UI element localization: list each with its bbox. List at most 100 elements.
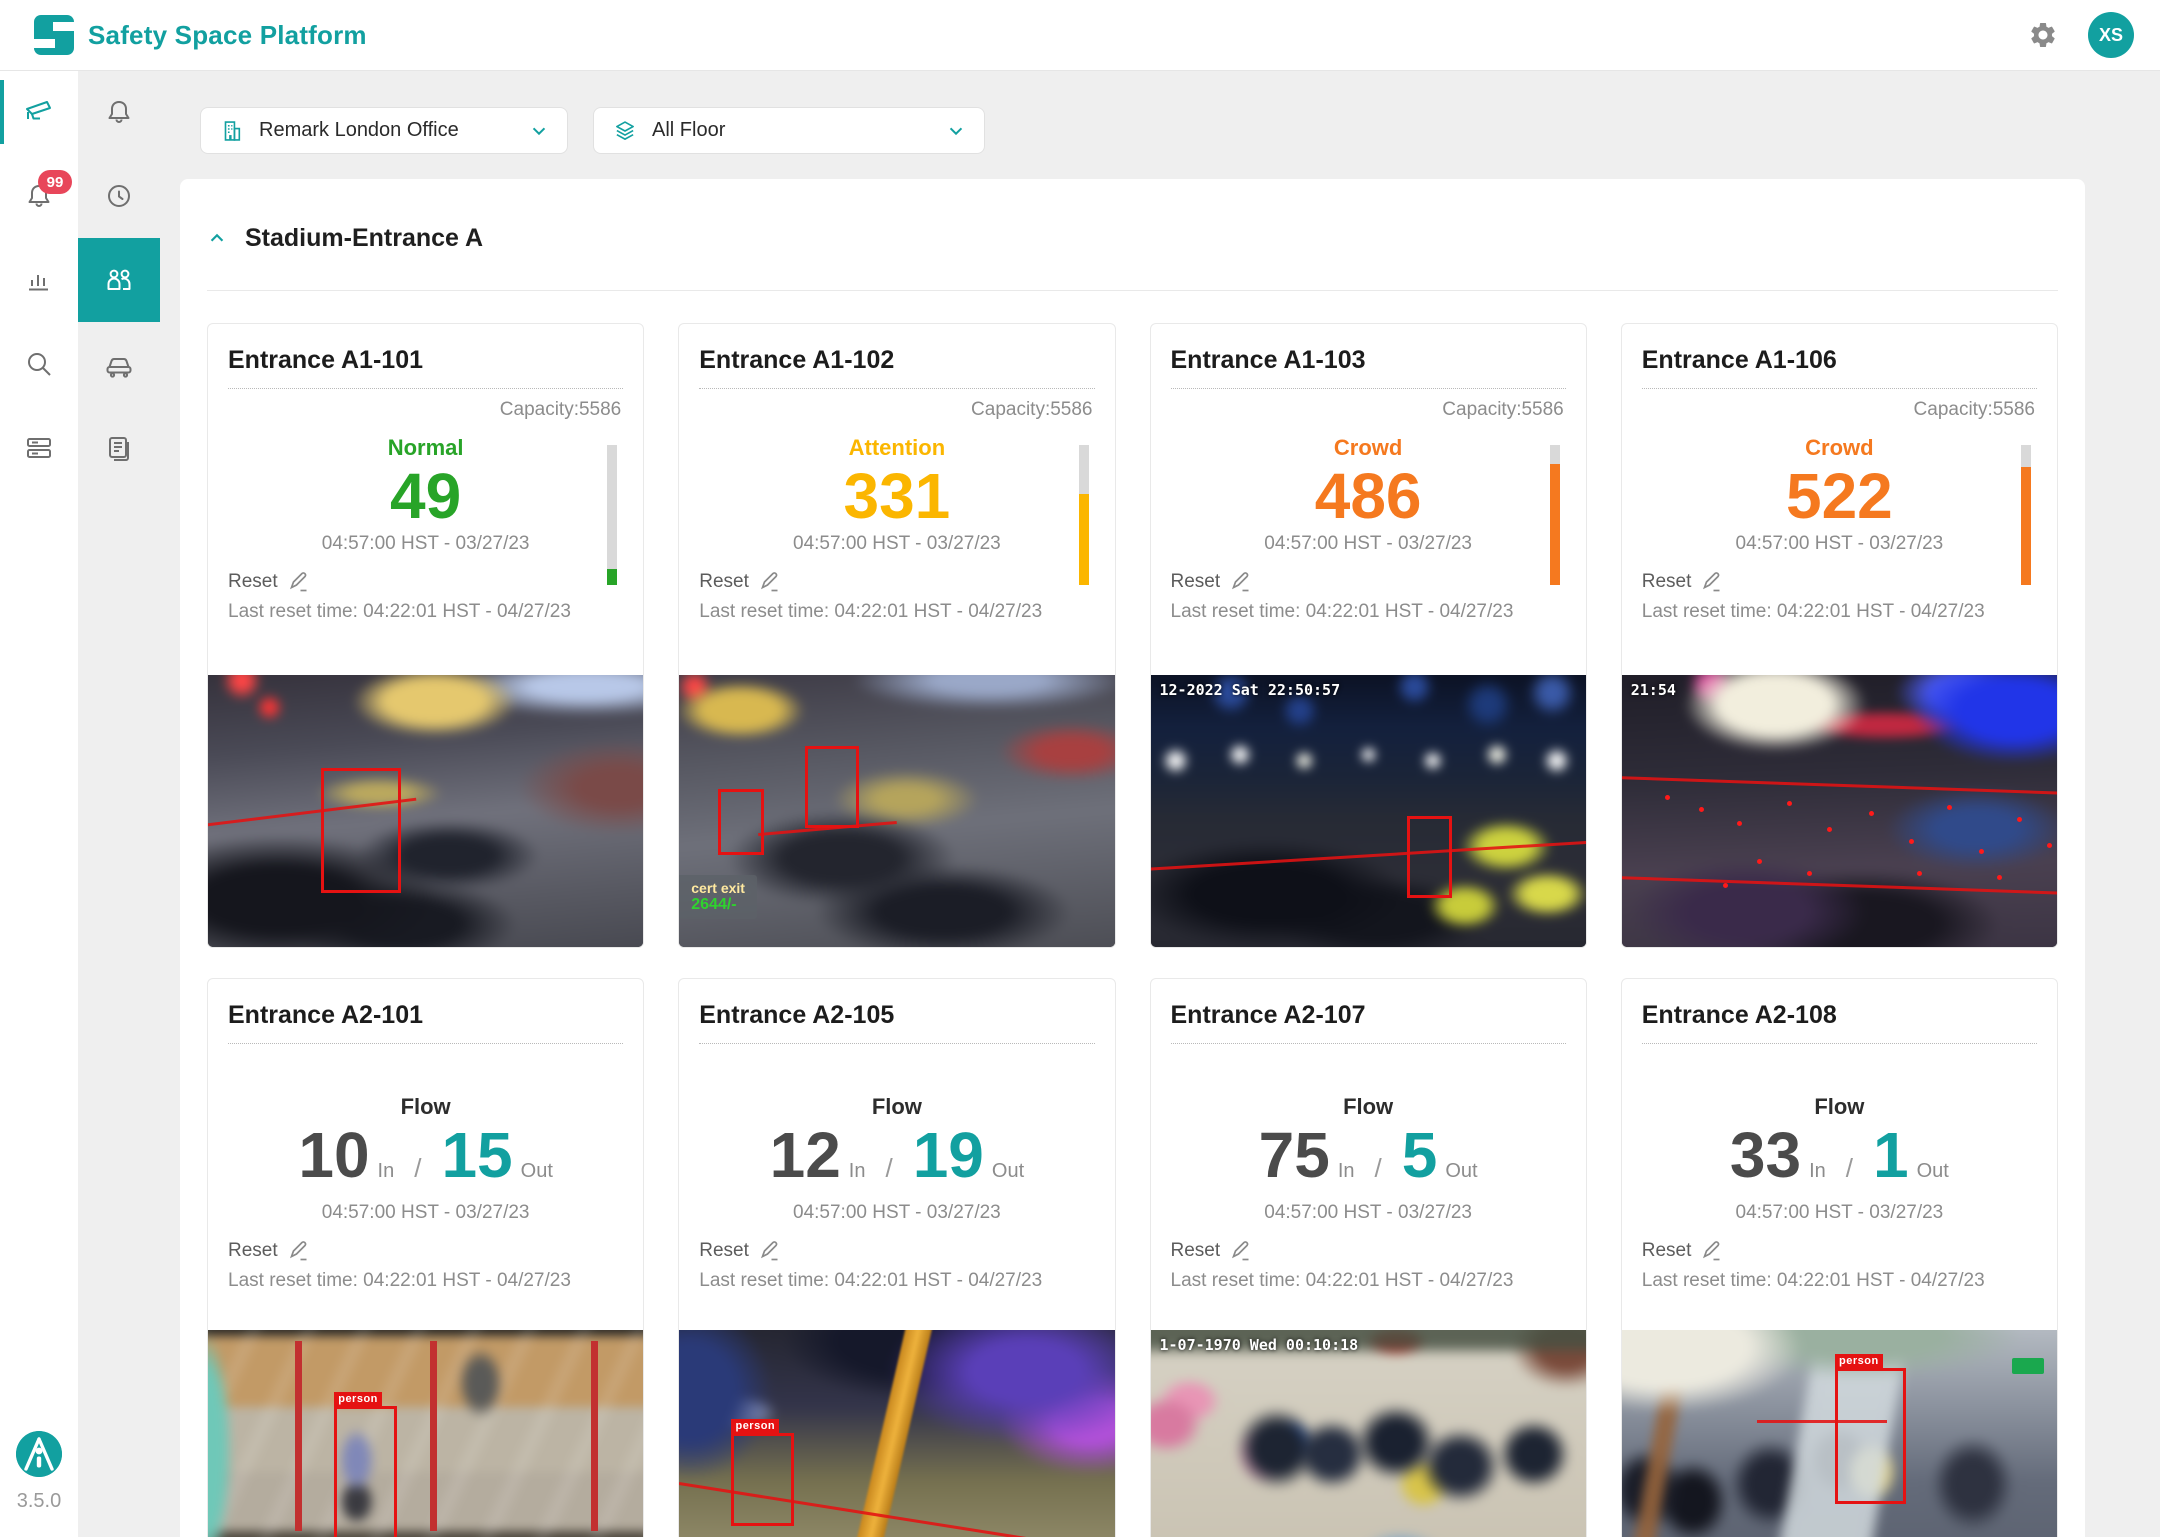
occupancy-bar-fill bbox=[1079, 494, 1089, 585]
reset-button[interactable]: Reset bbox=[1642, 571, 1692, 593]
edit-pencil-icon[interactable] bbox=[759, 571, 781, 593]
notification-badge: 99 bbox=[38, 170, 72, 194]
detection-line bbox=[1622, 876, 2057, 895]
flow-counts: 75 In / 5 Out bbox=[1151, 1122, 1586, 1188]
sidebar-item-search[interactable] bbox=[0, 322, 78, 406]
door-frame bbox=[295, 1341, 302, 1531]
reset-button[interactable]: Reset bbox=[1171, 1240, 1221, 1262]
sidebar-item-vehicles[interactable] bbox=[78, 322, 160, 406]
capacity-label: Capacity:5586 bbox=[208, 389, 643, 421]
reading-timestamp: 04:57:00 HST - 03/27/23 bbox=[1622, 533, 2057, 555]
entrance-card-a1-106: Entrance A1-106 Capacity:5586 Crowd 522 … bbox=[1621, 323, 2058, 948]
reset-button[interactable]: Reset bbox=[228, 1240, 278, 1262]
reset-button[interactable]: Reset bbox=[1642, 1240, 1692, 1262]
last-reset-time: Last reset time: 04:22:01 HST - 04/27/23 bbox=[1151, 601, 1586, 623]
camera-feed: 12-2022 Sat 22:50:57 bbox=[1151, 675, 1586, 946]
detection-bounding-box bbox=[1407, 816, 1452, 898]
edit-pencil-icon[interactable] bbox=[759, 1240, 781, 1262]
card-title: Entrance A1-101 bbox=[228, 324, 623, 389]
status-label: Crowd bbox=[1622, 435, 2057, 461]
camera-feed: cert exit 2644/- bbox=[679, 675, 1114, 946]
layers-icon bbox=[612, 118, 638, 144]
reading-timestamp: 04:57:00 HST - 03/27/23 bbox=[208, 1202, 643, 1224]
detection-label: person bbox=[334, 1392, 382, 1407]
content-panel: Stadium-Entrance A Entrance A1-101 Capac… bbox=[180, 179, 2085, 1537]
flow-counts: 10 In / 15 Out bbox=[208, 1122, 643, 1188]
flow-in-value: 75 bbox=[1259, 1122, 1330, 1188]
search-icon bbox=[23, 348, 55, 380]
flow-out-value: 15 bbox=[441, 1122, 512, 1188]
flow-counts: 12 In / 19 Out bbox=[679, 1122, 1114, 1188]
occupancy-bar-fill bbox=[2021, 467, 2031, 585]
occupancy-value: 49 bbox=[208, 463, 643, 529]
sidebar-item-notifications[interactable] bbox=[78, 70, 160, 154]
detection-line bbox=[1622, 776, 2057, 795]
card-title: Entrance A1-103 bbox=[1171, 324, 1566, 389]
occupancy-value: 331 bbox=[679, 463, 1114, 529]
site-selector-dropdown[interactable]: Remark London Office bbox=[200, 107, 568, 154]
reset-button[interactable]: Reset bbox=[699, 1240, 749, 1262]
entrance-card-a1-101: Entrance A1-101 Capacity:5586 Normal 49 … bbox=[207, 323, 644, 948]
flow-out-value: 5 bbox=[1402, 1122, 1438, 1188]
edit-pencil-icon[interactable] bbox=[288, 1240, 310, 1262]
report-document-icon bbox=[103, 432, 135, 464]
detection-bounding-box: person bbox=[731, 1433, 794, 1526]
chevron-up-icon[interactable] bbox=[207, 228, 227, 248]
sidebar-item-analytics[interactable] bbox=[0, 238, 78, 322]
chevron-down-icon bbox=[529, 121, 549, 141]
detection-label: person bbox=[1835, 1354, 1883, 1369]
flow-out-label: Out bbox=[1445, 1160, 1477, 1183]
entrance-card-a1-103: Entrance A1-103 Capacity:5586 Crowd 486 … bbox=[1150, 323, 1587, 948]
site-selector-value: Remark London Office bbox=[259, 119, 529, 142]
settings-gear-icon[interactable] bbox=[2028, 20, 2058, 50]
camera-timestamp-overlay: 12-2022 Sat 22:50:57 bbox=[1160, 681, 1341, 699]
flow-label: Flow bbox=[208, 1094, 643, 1120]
flow-in-label: In bbox=[849, 1160, 866, 1183]
reset-button[interactable]: Reset bbox=[1171, 571, 1221, 593]
last-reset-time: Last reset time: 04:22:01 HST - 04/27/23 bbox=[679, 601, 1114, 623]
reset-button[interactable]: Reset bbox=[228, 571, 278, 593]
entrance-card-a2-101: Entrance A2-101 Flow 10 In / 15 Out 04:5… bbox=[207, 978, 644, 1537]
user-avatar[interactable]: XS bbox=[2088, 12, 2134, 58]
flow-out-value: 1 bbox=[1873, 1122, 1909, 1188]
edit-pencil-icon[interactable] bbox=[1701, 1240, 1723, 1262]
reset-button[interactable]: Reset bbox=[699, 571, 749, 593]
floor-selector-value: All Floor bbox=[652, 119, 946, 142]
edit-pencil-icon[interactable] bbox=[1230, 1240, 1252, 1262]
reading-timestamp: 04:57:00 HST - 03/27/23 bbox=[208, 533, 643, 555]
brand-logo-icon bbox=[34, 15, 74, 55]
filter-bar: Remark London Office All Floor bbox=[200, 107, 2160, 154]
sidebar-item-history[interactable] bbox=[78, 154, 160, 238]
occupancy-bar bbox=[2021, 445, 2031, 585]
flow-in-value: 10 bbox=[298, 1122, 369, 1188]
bell-icon bbox=[103, 96, 135, 128]
sidebar-item-alerts[interactable]: 99 bbox=[0, 154, 78, 238]
camera-timestamp-overlay: 1-07-1970 Wed 00:10:18 bbox=[1160, 1336, 1359, 1354]
card-title: Entrance A2-105 bbox=[699, 979, 1094, 1044]
sidebar-item-occupancy[interactable] bbox=[78, 238, 160, 322]
floor-selector-dropdown[interactable]: All Floor bbox=[593, 107, 985, 154]
exit-sign bbox=[2012, 1358, 2044, 1374]
camera-caption-value: 2644/- bbox=[691, 896, 745, 914]
occupancy-bar bbox=[607, 445, 617, 585]
flow-label: Flow bbox=[679, 1094, 1114, 1120]
sidebar-item-devices[interactable] bbox=[0, 406, 78, 490]
sidebar-item-cameras[interactable] bbox=[0, 70, 78, 154]
reading-timestamp: 04:57:00 HST - 03/27/23 bbox=[679, 533, 1114, 555]
capacity-label: Capacity:5586 bbox=[1622, 389, 2057, 421]
camera-timestamp-overlay: 21:54 bbox=[1631, 681, 1676, 699]
flow-slash: / bbox=[885, 1153, 892, 1184]
sidebar-item-reports[interactable] bbox=[78, 406, 160, 490]
card-title: Entrance A2-108 bbox=[1642, 979, 2037, 1044]
flow-out-label: Out bbox=[992, 1160, 1024, 1183]
edit-pencil-icon[interactable] bbox=[288, 571, 310, 593]
edit-pencil-icon[interactable] bbox=[1701, 571, 1723, 593]
edit-pencil-icon[interactable] bbox=[1230, 571, 1252, 593]
card-title: Entrance A2-107 bbox=[1171, 979, 1566, 1044]
detection-head-dots bbox=[1665, 795, 1670, 800]
detection-label: person bbox=[731, 1419, 779, 1434]
camera-feed: person bbox=[208, 1330, 643, 1537]
car-icon bbox=[103, 348, 135, 380]
flow-counts: 33 In / 1 Out bbox=[1622, 1122, 2057, 1188]
occupancy-bar-fill bbox=[1550, 464, 1560, 584]
